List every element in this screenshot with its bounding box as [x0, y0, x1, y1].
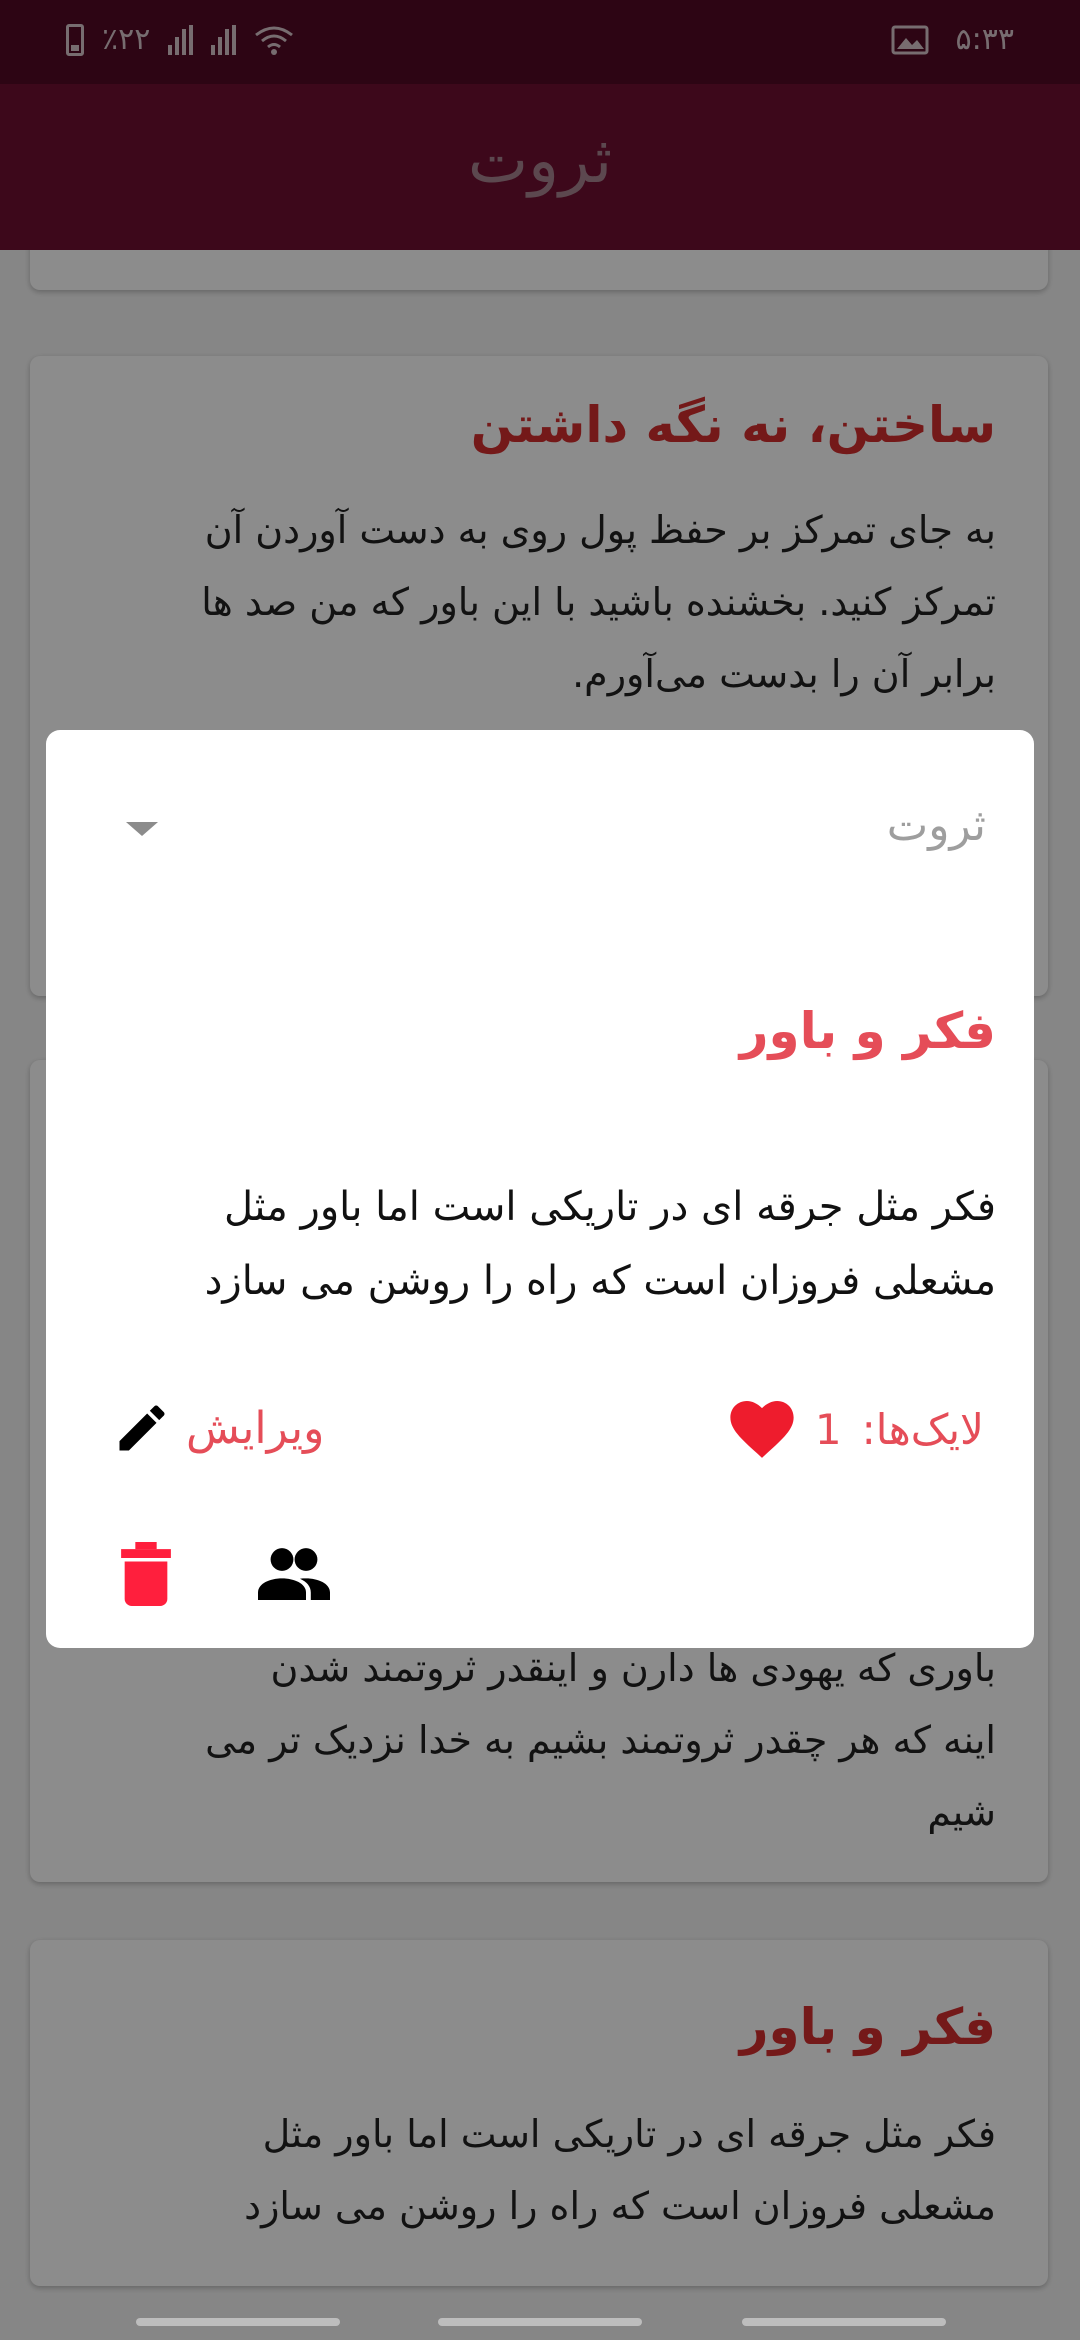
pencil-icon[interactable] — [112, 1398, 172, 1458]
dialog-note-body: فکر مثل جرقه ای در تاریکی است اما باور م… — [136, 1170, 996, 1318]
dropdown-arrow-icon[interactable] — [126, 822, 158, 836]
heart-icon[interactable] — [729, 1398, 795, 1460]
likes-row[interactable]: لایک‌ها: 1 — [729, 1398, 984, 1460]
edit-label[interactable]: ویرایش — [186, 1403, 324, 1454]
note-dialog: ثروت فکر و باور فکر مثل جرقه ای در تاریک… — [46, 730, 1034, 1648]
likes-label: لایک‌ها: — [861, 1404, 984, 1454]
dialog-body-line: فکر مثل جرقه ای در تاریکی است اما باور م… — [224, 1184, 996, 1230]
category-dropdown-value[interactable]: ثروت — [887, 800, 986, 851]
likes-count: 1 — [814, 1404, 842, 1454]
nav-gesture-bar[interactable] — [136, 2318, 340, 2326]
nav-gesture-bar[interactable] — [742, 2318, 946, 2326]
people-icon[interactable] — [258, 1546, 330, 1600]
trash-icon[interactable] — [118, 1542, 174, 1606]
dialog-note-title: فکر و باور — [739, 1002, 996, 1060]
nav-gesture-bar[interactable] — [438, 2318, 642, 2326]
edit-button[interactable]: ویرایش — [112, 1398, 324, 1458]
dialog-body-line: مشعلی فروزان است که راه را روشن می سازد — [204, 1258, 996, 1304]
